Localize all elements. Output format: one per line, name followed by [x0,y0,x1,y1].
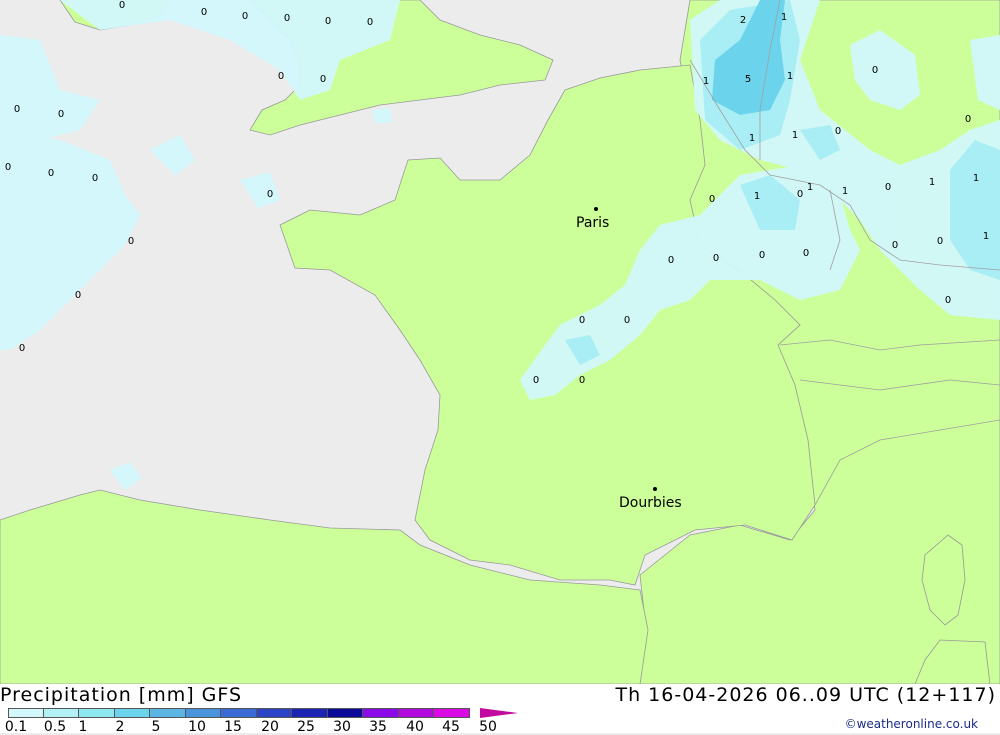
precip-value-label: 0 [713,253,719,264]
precip-value-label: 0 [937,236,943,247]
legend-swatch [114,708,150,718]
legend-arrow-tip [480,708,518,718]
precip-value-label: 0 [803,248,809,259]
precip-value-label: 0 [325,16,331,27]
precip-value-label: 0 [668,255,674,266]
precip-value-label: 0 [48,168,54,179]
precip-value-label: 0 [624,315,630,326]
precip-value-label: 0 [14,104,20,115]
precip-value-label: 0 [19,343,25,354]
precip-value-label: 1 [842,186,848,197]
precip-value-label: 0 [119,0,125,11]
precip-value-label: 0 [709,194,715,205]
precip-value-label: 0 [320,74,326,85]
precip-value-label: 1 [754,191,760,202]
precip-value-label: 1 [929,177,935,188]
precip-value-label: 0 [835,126,841,137]
legend-swatch [434,708,470,718]
precip-value-label: 5 [745,74,751,85]
precip-value-label: 0 [278,71,284,82]
valid-time: Th 16-04-2026 06..09 UTC (12+117) [615,684,996,706]
precip-value-label: 0 [284,13,290,24]
legend-swatch [43,708,79,718]
precip-value-label: 0 [75,290,81,301]
precip-value-label: 0 [797,189,803,200]
legend-swatch [363,708,399,718]
precip-value-label: 0 [965,114,971,125]
precip-value-label: 0 [872,65,878,76]
precip-value-label: 0 [579,375,585,386]
map-canvas: 00 0 0 0 00 000 00 000000 00 00 0 0 0000000 00011 11 11… [0,0,1000,684]
legend-swatch [150,708,186,718]
city-paris-marker [594,207,598,211]
precip-value-label: 0 [242,11,248,22]
precip-value-label: 0 [201,7,207,18]
precipitation-map: 0000000000000000000000000000000000111111… [0,0,1000,684]
precip-value-label: 1 [973,173,979,184]
color-legend [8,708,470,718]
credit-link[interactable]: ©weatheronline.co.uk [845,717,978,731]
map-title: Precipitation [mm] GFS [0,684,243,706]
precip-value-label: 0 [5,162,11,173]
precip-value-label: 0 [128,236,134,247]
legend-swatch [185,708,221,718]
precip-value-label: 1 [787,71,793,82]
legend-swatch [8,708,44,718]
legend-swatch [398,708,434,718]
precip-value-label: 0 [367,17,373,28]
precip-value-label: 1 [703,76,709,87]
legend-swatch [256,708,292,718]
precip-value-label: 0 [579,315,585,326]
legend-swatch [79,708,115,718]
precip-value-label: 1 [749,133,755,144]
footer: Precipitation [mm] GFS Th 16-04-2026 06.… [0,684,1000,735]
legend-ticks: 0.1 0.5 1 2 5 10 15 20 25 30 35 40 45 50 [0,719,540,735]
legend-swatch [292,708,328,718]
precip-value-label: 1 [983,231,989,242]
precip-value-label: 0 [267,189,273,200]
precip-value-label: 2 [740,15,746,26]
precip-value-label: 1 [781,12,787,23]
legend-arrow [480,708,518,718]
city-dourbies-label: Dourbies [619,495,682,511]
city-dourbies-marker [653,487,657,491]
legend-swatch [327,708,363,718]
precip-value-label: 0 [92,173,98,184]
precip-value-label: 0 [58,109,64,120]
legend-swatch [221,708,257,718]
precip-value-label: 0 [533,375,539,386]
precip-value-label: 0 [885,182,891,193]
precip-value-label: 0 [892,240,898,251]
precip-value-label: 0 [945,295,951,306]
precip-value-label: 1 [807,182,813,193]
precip-value-label: 1 [792,130,798,141]
city-paris-label: Paris [576,215,609,231]
precip-value-label: 0 [759,250,765,261]
